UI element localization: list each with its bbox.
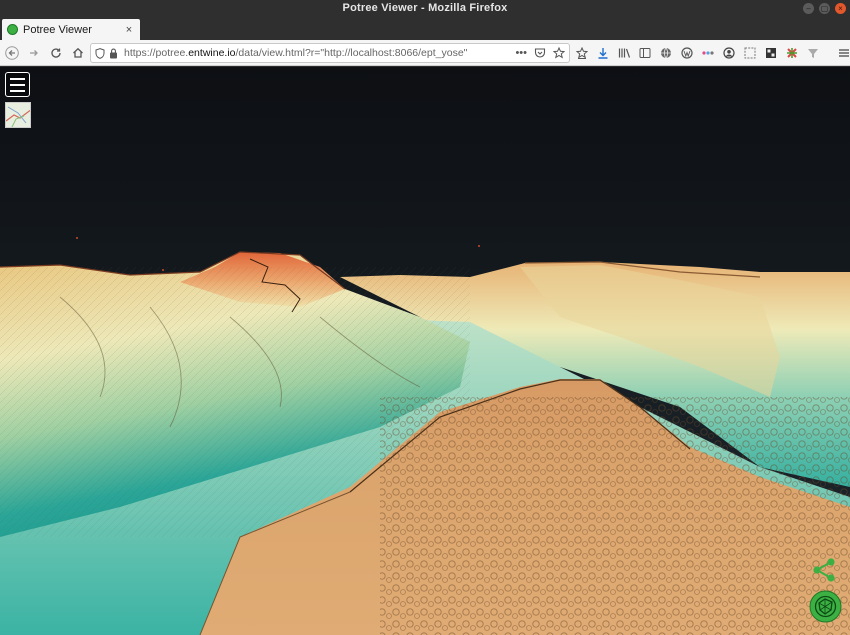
url-bar[interactable]: https://potree.entwine.io/data/view.html… — [90, 43, 570, 63]
potree-favicon-icon — [7, 24, 18, 35]
tab-title: Potree Viewer — [23, 23, 92, 36]
extension-wordpress-icon[interactable] — [679, 43, 695, 63]
menu-bar — [10, 83, 25, 86]
tab-potree-viewer[interactable]: Potree Viewer × — [2, 19, 140, 40]
navigation-toolbar: https://potree.entwine.io/data/view.html… — [0, 40, 850, 66]
window-controls: – ▢ × — [803, 3, 846, 14]
bookmark-star-icon[interactable] — [553, 47, 565, 59]
menu-bar — [10, 77, 25, 80]
potree-3d-viewport[interactable] — [0, 67, 850, 635]
account-icon[interactable] — [721, 43, 737, 63]
url-actions: ••• — [515, 47, 565, 59]
url-domain: entwine.io — [188, 47, 236, 59]
screenshot-icon[interactable] — [742, 43, 758, 63]
tab-strip: Potree Viewer × + — [0, 18, 850, 54]
pocket-icon[interactable] — [534, 47, 546, 59]
maximize-button[interactable]: ▢ — [819, 3, 830, 14]
url-suffix: /data/view.html?r="http://localhost:8066… — [235, 47, 468, 59]
tracking-shield-icon[interactable] — [95, 47, 105, 59]
share-icon[interactable] — [810, 556, 838, 584]
back-arrow-icon[interactable] — [2, 43, 22, 63]
extension-globe-icon[interactable] — [658, 43, 674, 63]
page-actions-button[interactable]: ••• — [515, 47, 527, 59]
menu-bar — [10, 89, 25, 92]
window-titlebar: Potree Viewer - Mozilla Firefox – ▢ × — [0, 0, 850, 18]
extension-qr-icon[interactable] — [763, 43, 779, 63]
extension-filter-icon[interactable] — [805, 43, 821, 63]
library-icon[interactable] — [616, 43, 632, 63]
minimize-button[interactable]: – — [803, 3, 814, 14]
close-window-button[interactable]: × — [835, 3, 846, 14]
sidebar-menu-button[interactable] — [5, 72, 30, 97]
url-prefix: https://potree. — [124, 47, 189, 59]
download-arrow-icon[interactable] — [595, 43, 611, 63]
extension-puzzle-icon[interactable] — [784, 43, 800, 63]
tab-close-icon[interactable]: × — [123, 24, 135, 36]
hamburger-menu-icon[interactable] — [836, 43, 850, 63]
forward-arrow-icon[interactable] — [24, 43, 44, 63]
url-text[interactable]: https://potree.entwine.io/data/view.html… — [124, 47, 515, 59]
sidebar-icon[interactable] — [637, 43, 653, 63]
point-cloud-terrain[interactable] — [0, 67, 850, 635]
toolbar-right — [574, 43, 850, 63]
lock-icon[interactable] — [109, 48, 118, 59]
potree-logo-icon[interactable] — [809, 590, 842, 623]
reload-icon[interactable] — [46, 43, 66, 63]
reading-list-icon[interactable] — [574, 43, 590, 63]
extension-dots-icon[interactable] — [700, 43, 716, 63]
map-toggle-icon[interactable] — [5, 102, 31, 128]
home-icon[interactable] — [68, 43, 88, 63]
window-title: Potree Viewer - Mozilla Firefox — [342, 2, 508, 14]
